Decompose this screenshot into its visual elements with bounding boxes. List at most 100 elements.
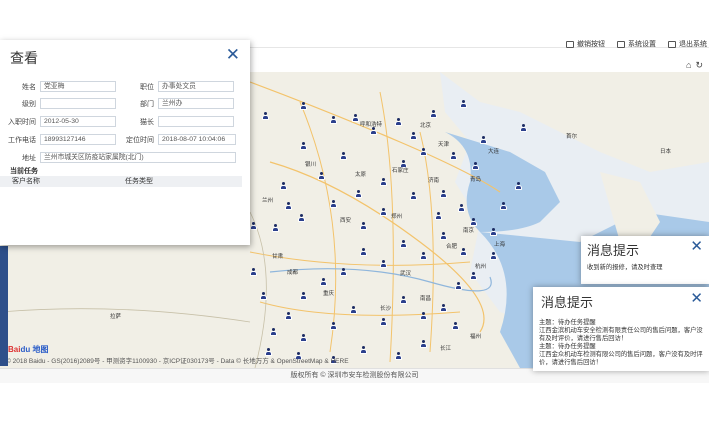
close-icon[interactable]: ✕ — [226, 45, 240, 65]
employee-marker-icon[interactable] — [250, 222, 257, 230]
panel-title: 查看 — [10, 50, 38, 66]
employee-marker-icon[interactable] — [355, 190, 362, 198]
employee-marker-icon[interactable] — [452, 322, 459, 330]
employee-marker-icon[interactable] — [300, 142, 307, 150]
view-panel: 查看 ✕ 姓名 党亚梅 职位 办事处文员 级别 部门 兰州办 入职时间 2012… — [0, 40, 250, 245]
employee-marker-icon[interactable] — [340, 152, 347, 160]
employee-marker-icon[interactable] — [298, 214, 305, 222]
city-label: 杭州 — [475, 264, 487, 270]
employee-marker-icon[interactable] — [470, 272, 477, 280]
refresh-icon[interactable]: ↻ — [695, 60, 703, 71]
employee-marker-icon[interactable] — [340, 268, 347, 276]
employee-marker-icon[interactable] — [350, 306, 357, 314]
city-label: 天津 — [438, 142, 450, 148]
notice-line: 主题：待办任务提醒 — [539, 319, 596, 326]
employee-marker-icon[interactable] — [435, 212, 442, 220]
city-label: 青岛 — [470, 177, 482, 183]
employee-marker-icon[interactable] — [380, 260, 387, 268]
baidu-logo: Baidu 地图 — [8, 345, 49, 354]
city-label: 北京 — [420, 123, 432, 129]
notice-line: 江西金滨机动车安全检测有限责任公司的售后问题，客户没有及时评价，请进行售后回访！ — [539, 327, 703, 342]
employee-marker-icon[interactable] — [352, 114, 359, 122]
city-label: 石家庄 — [392, 168, 409, 174]
address-value: 兰州市城关区防疫站家属院(北门) — [40, 152, 236, 163]
employee-marker-icon[interactable] — [420, 148, 427, 156]
city-label: 重庆 — [323, 291, 335, 297]
notice-title: 消息提示 — [587, 243, 640, 258]
employee-marker-icon[interactable] — [300, 334, 307, 342]
home-icon[interactable]: ⌂ — [686, 60, 691, 71]
header-item-1[interactable]: 撤销按钮 — [566, 39, 605, 49]
city-label: 拉萨 — [110, 314, 122, 320]
employee-marker-icon[interactable] — [318, 172, 325, 180]
employee-marker-icon[interactable] — [440, 232, 447, 240]
employee-marker-icon[interactable] — [420, 340, 427, 348]
employee-marker-icon[interactable] — [380, 208, 387, 216]
close-icon[interactable]: ✕ — [690, 289, 703, 307]
employee-marker-icon[interactable] — [460, 100, 467, 108]
employee-marker-icon[interactable] — [270, 328, 277, 336]
employee-marker-icon[interactable] — [300, 102, 307, 110]
employee-marker-icon[interactable] — [285, 312, 292, 320]
employee-marker-icon[interactable] — [420, 252, 427, 260]
employee-marker-icon[interactable] — [500, 202, 507, 210]
city-label: 长江 — [440, 346, 452, 352]
employee-marker-icon[interactable] — [285, 202, 292, 210]
employee-marker-icon[interactable] — [470, 218, 477, 226]
employee-marker-icon[interactable] — [455, 282, 462, 290]
employee-marker-icon[interactable] — [395, 118, 402, 126]
city-label: 福州 — [470, 334, 482, 340]
employee-marker-icon[interactable] — [260, 292, 267, 300]
notice-body: 主题：待办任务提醒 江西金滨机动车安全检测有限责任公司的售后问题，客户没有及时评… — [539, 319, 703, 367]
employee-marker-icon[interactable] — [360, 222, 367, 230]
notice-small: 消息提示 ✕ 收到新的报修，请及时查理 — [581, 236, 709, 284]
employee-marker-icon[interactable] — [472, 162, 479, 170]
employee-marker-icon[interactable] — [490, 228, 497, 236]
employee-marker-icon[interactable] — [515, 182, 522, 190]
header-item-settings[interactable]: 系统设置 — [617, 39, 656, 49]
employee-marker-icon[interactable] — [410, 132, 417, 140]
employee-marker-icon[interactable] — [330, 116, 337, 124]
employee-marker-icon[interactable] — [430, 110, 437, 118]
employee-marker-icon[interactable] — [395, 352, 402, 360]
employee-marker-icon[interactable] — [410, 192, 417, 200]
map-copyright: © 2018 Baidu - GS(2016)2089号 - 甲测资字11009… — [6, 358, 349, 365]
level-value — [40, 98, 116, 109]
header-item-icon — [566, 40, 574, 48]
close-icon[interactable]: ✕ — [690, 237, 703, 255]
employee-marker-icon[interactable] — [420, 312, 427, 320]
employee-marker-icon[interactable] — [360, 248, 367, 256]
employee-marker-icon[interactable] — [380, 318, 387, 326]
logout-icon — [668, 40, 676, 48]
employee-marker-icon[interactable] — [520, 124, 527, 132]
employee-marker-icon[interactable] — [440, 190, 447, 198]
employee-marker-icon[interactable] — [330, 200, 337, 208]
sidebar-stripe — [0, 246, 8, 366]
phone-value: 18993127146 — [40, 134, 116, 145]
employee-marker-icon[interactable] — [450, 152, 457, 160]
notice-text: 收到新的报修，请及时查理 — [587, 264, 663, 271]
employee-marker-icon[interactable] — [250, 268, 257, 276]
city-label: 兰州 — [262, 198, 274, 204]
employee-marker-icon[interactable] — [320, 278, 327, 286]
employee-marker-icon[interactable] — [440, 304, 447, 312]
header-item-logout[interactable]: 退出系统 — [668, 39, 707, 49]
city-label: 南京 — [463, 228, 475, 234]
employee-marker-icon[interactable] — [360, 346, 367, 354]
employee-marker-icon[interactable] — [380, 178, 387, 186]
employee-marker-icon[interactable] — [330, 322, 337, 330]
employee-marker-icon[interactable] — [400, 240, 407, 248]
employee-marker-icon[interactable] — [480, 136, 487, 144]
employee-marker-icon[interactable] — [262, 112, 269, 120]
employee-marker-icon[interactable] — [300, 292, 307, 300]
hire-date-value: 2012-05-30 — [40, 116, 116, 127]
employee-marker-icon[interactable] — [272, 224, 279, 232]
employee-marker-icon[interactable] — [280, 182, 287, 190]
employee-marker-icon[interactable] — [370, 127, 377, 135]
city-label: 大连 — [488, 149, 500, 155]
city-label: 济南 — [428, 178, 440, 184]
employee-marker-icon[interactable] — [460, 248, 467, 256]
employee-marker-icon[interactable] — [458, 204, 465, 212]
employee-marker-icon[interactable] — [490, 252, 497, 260]
employee-marker-icon[interactable] — [400, 296, 407, 304]
